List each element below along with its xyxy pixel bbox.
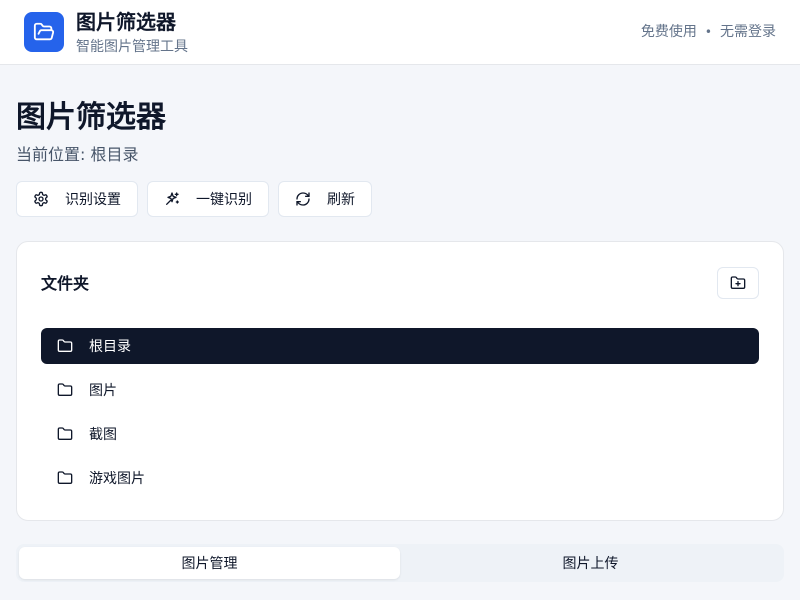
folder-icon: [57, 427, 73, 440]
folder-card-title: 文件夹: [41, 274, 90, 293]
app-subtitle: 智能图片管理工具: [76, 39, 188, 55]
app-logo: [24, 12, 64, 52]
refresh-icon: [296, 192, 310, 206]
tab-image-management[interactable]: 图片管理: [19, 547, 400, 579]
separator-dot: •: [704, 25, 712, 39]
folder-card: 文件夹 根目录 图片 截图 游戏图片: [16, 241, 784, 521]
bottom-tabs: 图片管理 图片上传: [16, 544, 784, 582]
refresh-label: 刷新: [327, 192, 355, 208]
folder-item-label: 根目录: [89, 339, 131, 355]
page-title: 图片筛选器: [16, 100, 166, 135]
one-click-recognize-button[interactable]: 一键识别: [147, 181, 269, 217]
folder-icon: [57, 339, 73, 352]
folder-icon: [57, 383, 73, 396]
folder-item-images[interactable]: 图片: [41, 372, 759, 408]
app-title: 图片筛选器: [76, 10, 176, 34]
header-info: 免费使用 • 无需登录: [641, 23, 776, 41]
refresh-button[interactable]: 刷新: [278, 181, 372, 217]
folder-item-label: 截图: [89, 427, 117, 443]
free-use-label: 免费使用: [640, 24, 697, 40]
top-bar: 图片筛选器 智能图片管理工具 免费使用 • 无需登录: [0, 0, 800, 65]
sparkles-icon: [166, 192, 179, 205]
folder-item-label: 游戏图片: [89, 471, 145, 487]
folder-open-icon: [33, 22, 55, 41]
folder-plus-icon: [730, 276, 746, 289]
breadcrumb: 当前位置: 根目录: [16, 145, 139, 164]
action-bar: 识别设置 一键识别 刷新: [16, 181, 372, 217]
folder-item-root[interactable]: 根目录: [41, 328, 759, 364]
gear-icon: [34, 191, 48, 207]
folder-item-screenshots[interactable]: 截图: [41, 416, 759, 452]
new-folder-button[interactable]: [717, 267, 759, 299]
folder-list: 根目录 图片 截图 游戏图片: [41, 328, 759, 504]
tab-image-upload[interactable]: 图片上传: [400, 547, 781, 579]
one-click-recognize-label: 一键识别: [196, 192, 252, 208]
recognition-settings-button[interactable]: 识别设置: [16, 181, 138, 217]
folder-icon: [57, 471, 73, 484]
folder-item-game-images[interactable]: 游戏图片: [41, 460, 759, 496]
folder-item-label: 图片: [89, 383, 117, 399]
no-login-label: 无需登录: [720, 24, 776, 40]
recognition-settings-label: 识别设置: [65, 192, 121, 208]
